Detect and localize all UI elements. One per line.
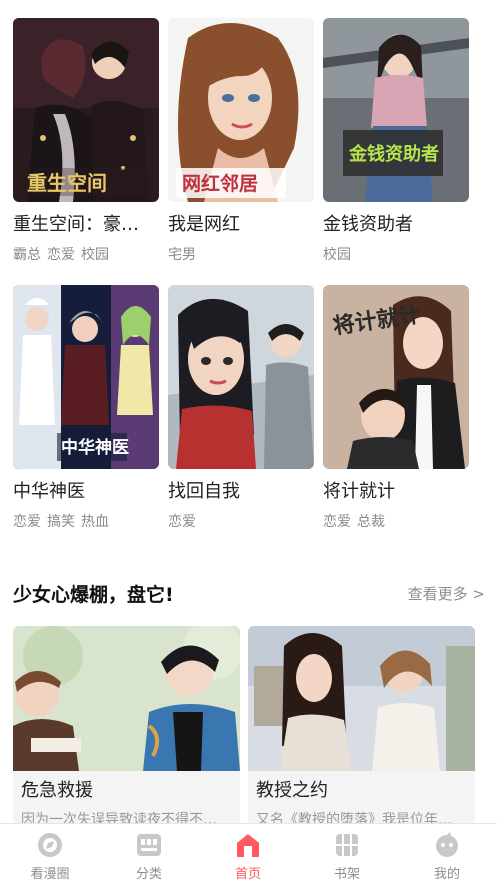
tab-category[interactable]: 分类 [109,824,189,883]
tab-label: 我的 [433,867,460,882]
cover-logo-text: 重生空间 [27,171,107,195]
comic-cover[interactable] [168,285,314,469]
comic-title[interactable]: 金钱资助者 [323,214,469,236]
comic-tag: 热血 [81,514,109,530]
comic-tag: 恋爱 [13,514,41,530]
comic-tags: 霸总 恋爱 校园 [13,246,159,264]
home-screen: 重生空间 重生空间：豪… 霸总 恋爱 校园 网红邻居 我是网红 宅男 金钱资助者… [0,0,497,883]
comic-tag: 恋爱 [323,514,351,530]
feature-card[interactable]: 教授之约 又名《教授的堕落》我是位年… [248,626,475,831]
comic-tag: 校园 [81,247,109,263]
comic-card[interactable]: 中华神医 中华神医 恋爱 搞笑 热血 [13,285,159,531]
comic-card[interactable]: 网红邻居 我是网红 宅男 [168,18,314,264]
feature-banner[interactable] [13,626,240,771]
comic-cover[interactable]: 将计就计 [323,285,469,469]
comic-title[interactable]: 中华神医 [13,481,159,503]
comic-tags: 校园 [323,246,469,264]
home-icon [237,834,259,857]
tab-profile[interactable]: 我的 [407,824,487,883]
bookshelf-icon [336,834,358,856]
comic-title[interactable]: 找回自我 [168,481,314,503]
comic-tags: 恋爱 搞笑 热血 [13,513,159,531]
tab-bookshelf[interactable]: 书架 [307,824,387,883]
feature-banner[interactable] [248,626,475,771]
feature-body: 教授之约 又名《教授的堕落》我是位年… [248,771,475,831]
comic-tag: 宅男 [168,247,196,263]
comic-title[interactable]: 将计就计 [323,481,469,503]
comic-title[interactable]: 我是网红 [168,214,314,236]
comic-card[interactable]: 将计就计 将计就计 恋爱 总裁 [323,285,469,531]
compass-icon [38,833,62,857]
category-icon [137,834,161,856]
comic-cover[interactable]: 重生空间 [13,18,159,202]
comic-tags: 宅男 [168,246,314,264]
tab-label: 分类 [135,867,162,882]
comic-tag: 校园 [323,247,351,263]
bottom-tab-bar: 看漫圈 分类 首页 书架 我的 [0,823,497,883]
comic-tag: 搞笑 [47,514,75,530]
section-title: 少女心爆棚，盘它! [13,584,174,606]
comic-tags: 恋爱 总裁 [323,513,469,531]
tab-manquan[interactable]: 看漫圈 [10,824,90,883]
tab-label: 首页 [234,867,261,882]
comic-cover[interactable]: 中华神医 [13,285,159,469]
comic-title[interactable]: 重生空间：豪… [13,214,159,236]
cover-logo-text: 金钱资助者 [348,143,439,165]
tab-label: 书架 [333,867,360,882]
comic-tag: 霸总 [13,247,41,263]
profile-icon [436,832,458,857]
feature-title[interactable]: 危急救援 [21,771,232,802]
feature-card[interactable]: 危急救援 因为一次失误导致读夜不得不… [13,626,240,831]
feature-body: 危急救援 因为一次失误导致读夜不得不… [13,771,240,831]
view-more-link[interactable]: 查看更多 > [408,583,485,604]
comic-card[interactable]: 金钱资助者 金钱资助者 校园 [323,18,469,264]
tab-home[interactable]: 首页 [208,824,288,883]
comic-card[interactable]: 重生空间 重生空间：豪… 霸总 恋爱 校园 [13,18,159,264]
comic-tags: 恋爱 [168,513,314,531]
comic-tag: 恋爱 [47,247,75,263]
cover-logo-text: 中华神医 [61,437,129,458]
comic-tag: 总裁 [357,514,385,530]
cover-logo-text: 网红邻居 [182,172,258,195]
comic-tag: 恋爱 [168,514,196,530]
comic-cover[interactable]: 金钱资助者 [323,18,469,202]
comic-cover[interactable]: 网红邻居 [168,18,314,202]
feature-title[interactable]: 教授之约 [256,771,467,802]
tab-label: 看漫圈 [30,867,70,882]
section-header: 少女心爆棚，盘它! 查看更多 > [13,578,485,608]
comic-card[interactable]: 找回自我 恋爱 [168,285,314,531]
